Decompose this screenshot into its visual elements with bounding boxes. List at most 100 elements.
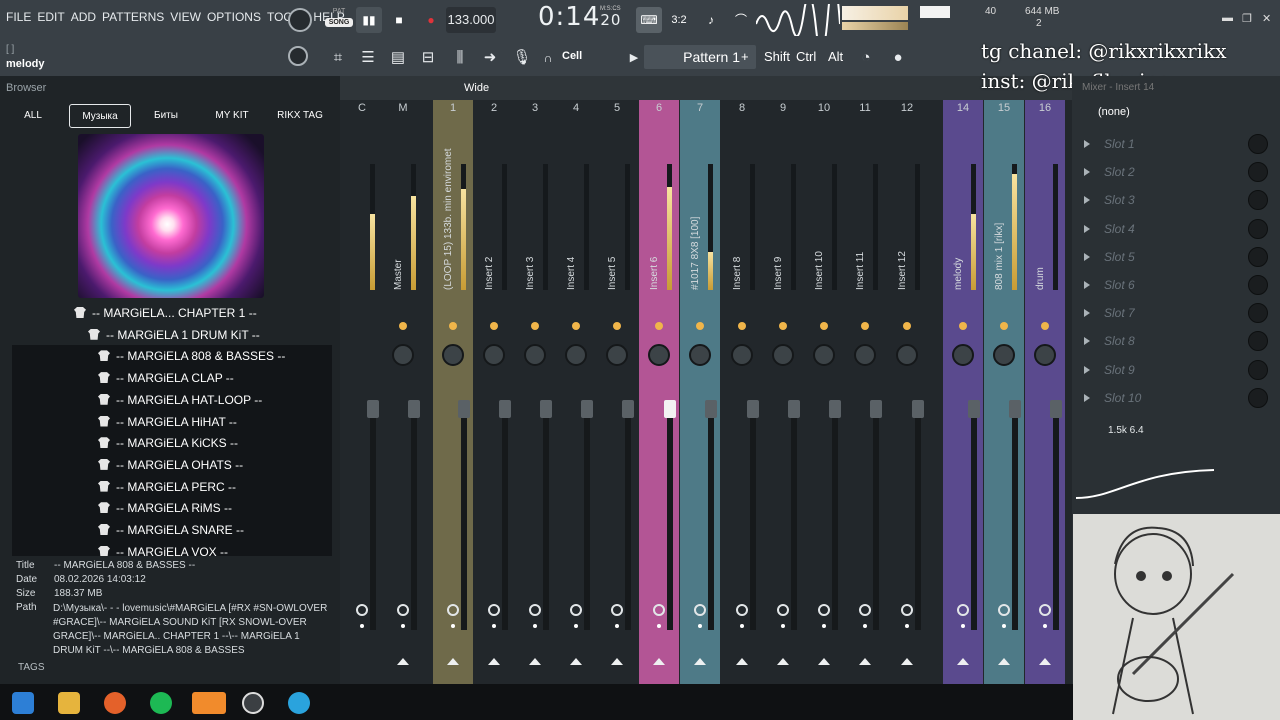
send-arrow-icon[interactable] [1039,658,1051,665]
clock-icon[interactable] [859,604,871,616]
master-pitch-knob[interactable] [288,46,308,66]
windows-start-icon[interactable] [12,692,34,714]
menu-file[interactable]: FILE [6,10,31,24]
route-dot-icon[interactable] [740,624,744,628]
volume-fader[interactable] [408,400,420,630]
menu-add[interactable]: ADD [71,10,96,24]
pan-knob[interactable] [442,344,464,366]
browser-tree-item[interactable]: -- MARGiELA HiHAT -- [12,410,332,433]
send-arrow-icon[interactable] [529,658,541,665]
typing-keyboard-icon[interactable]: ⌨ [636,7,662,33]
fl-studio-taskbar-icon[interactable] [192,692,226,714]
telegram-icon[interactable] [288,692,310,714]
stop-button[interactable]: ■ [386,7,412,33]
browser-tree-item[interactable]: -- MARGiELA... CHAPTER 1 -- [0,302,340,324]
fader-handle[interactable] [788,400,800,418]
mixer-strip[interactable]: 3 Insert 3 [515,100,555,684]
mixer-strip[interactable]: C [342,100,379,684]
playlist-icon[interactable]: ☰ [358,48,378,68]
volume-fader[interactable] [968,400,980,630]
pattern-arrow-icon[interactable]: ▶ [624,48,644,68]
spotify-icon[interactable] [150,692,172,714]
route-dot-icon[interactable] [1043,624,1047,628]
fx-slot[interactable]: Slot 6 [1082,271,1276,299]
clock-icon[interactable] [653,604,665,616]
send-arrow-icon[interactable] [397,658,409,665]
browser-tree-item[interactable]: -- MARGiELA PERC -- [12,475,332,498]
route-dot-icon[interactable] [657,624,661,628]
fader-handle[interactable] [1009,400,1021,418]
browser-tree-item[interactable]: -- MARGiELA CLAP -- [12,367,332,390]
clock-icon[interactable] [1039,604,1051,616]
volume-fader[interactable] [870,400,882,630]
route-dot-icon[interactable] [574,624,578,628]
magnet-icon[interactable]: ∩ [538,48,558,68]
send-arrow-icon[interactable] [447,658,459,665]
slot-mix-knob[interactable] [1248,246,1268,267]
route-dot-icon[interactable] [961,624,965,628]
tab-beats[interactable]: Биты [144,104,188,128]
pan-knob[interactable] [772,344,794,366]
clock-icon[interactable] [447,604,459,616]
tab-rikx-tag[interactable]: RIKX TAG [272,104,328,128]
volume-fader[interactable] [1050,400,1062,630]
fx-slot[interactable]: Slot 2 [1082,158,1276,186]
snap-icon[interactable]: ⌗ [328,48,348,68]
browser-tree-item[interactable]: -- MARGiELA HAT-LOOP -- [12,388,332,411]
mixer-layout-label[interactable]: Wide [464,82,489,94]
fader-handle[interactable] [622,400,634,418]
fader-handle[interactable] [499,400,511,418]
mute-led-icon[interactable] [572,322,580,330]
menu-options[interactable]: OPTIONS [207,10,261,24]
mixer-strip[interactable]: 16 drum [1025,100,1065,684]
fx-slot[interactable]: Slot 3 [1082,186,1276,214]
fx-slot[interactable]: Slot 10 [1082,384,1276,412]
shift-key[interactable]: Shift [764,49,790,64]
fx-slot[interactable]: Slot 5 [1082,243,1276,271]
browser-tree-item[interactable]: -- MARGiELA 1 DRUM KiT -- [0,324,340,346]
send-arrow-icon[interactable] [998,658,1010,665]
pan-knob[interactable] [993,344,1015,366]
volume-fader[interactable] [788,400,800,630]
slot-expand-icon[interactable] [1084,140,1090,148]
tempo-display[interactable]: 133.000 [446,7,496,33]
clock-icon[interactable] [529,604,541,616]
slot-expand-icon[interactable] [1084,393,1090,402]
volume-fader[interactable] [664,400,676,630]
send-arrow-icon[interactable] [488,658,500,665]
fader-handle[interactable] [458,400,470,418]
fader-handle[interactable] [912,400,924,418]
slot-expand-icon[interactable] [1084,365,1090,374]
fader-handle[interactable] [829,400,841,418]
slot-expand-icon[interactable] [1084,224,1090,233]
fx-slot[interactable]: Slot 4 [1082,215,1276,243]
mute-led-icon[interactable] [613,322,621,330]
route-dot-icon[interactable] [905,624,909,628]
clock-icon[interactable] [397,604,409,616]
menu-patterns[interactable]: PATTERNS [102,10,164,24]
fx-input-selector[interactable]: (none) [1098,106,1130,118]
tab-my-kit[interactable]: MY KIT [210,104,254,128]
browser-tree-item[interactable]: -- MARGiELA VOX -- [12,540,332,556]
record-button[interactable]: ● [418,7,444,33]
slot-expand-icon[interactable] [1084,196,1090,205]
route-dot-icon[interactable] [698,624,702,628]
mixer-strip[interactable]: 11 Insert 11 [845,100,885,684]
obs-icon[interactable] [242,692,264,714]
arrow-right-icon[interactable]: ➜ [480,48,500,68]
slot-expand-icon[interactable] [1084,337,1090,346]
fx-slot[interactable]: Slot 1 [1082,130,1276,158]
fader-handle[interactable] [367,400,379,418]
send-arrow-icon[interactable] [653,658,665,665]
send-arrow-icon[interactable] [694,658,706,665]
mute-led-icon[interactable] [738,322,746,330]
mute-led-icon[interactable] [820,322,828,330]
pan-knob[interactable] [854,344,876,366]
route-dot-icon[interactable] [492,624,496,628]
slot-mix-knob[interactable] [1248,331,1268,352]
route-dot-icon[interactable] [781,624,785,628]
volume-fader[interactable] [622,400,634,630]
pan-knob[interactable] [524,344,546,366]
slot-mix-knob[interactable] [1248,303,1268,324]
route-dot-icon[interactable] [360,624,364,628]
